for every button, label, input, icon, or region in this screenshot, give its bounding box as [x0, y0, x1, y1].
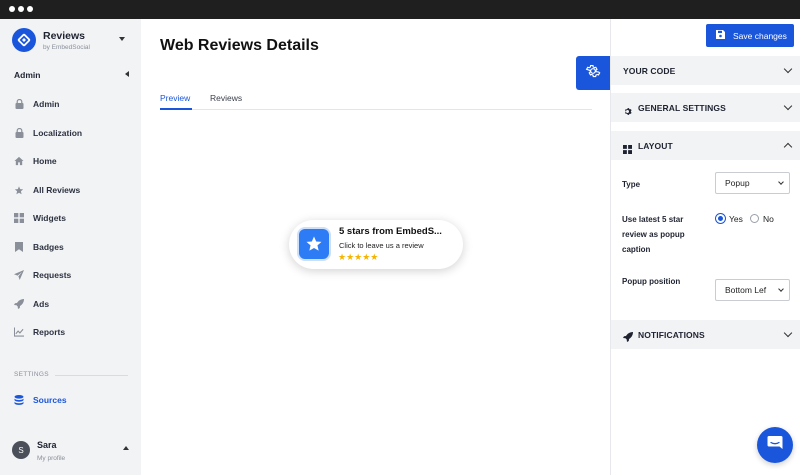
rocket-icon [623, 329, 633, 347]
page-title: Web Reviews Details [160, 37, 319, 54]
widget-title: 5 stars from EmbedS... [339, 226, 442, 237]
chevron-down-icon [783, 64, 793, 74]
save-button-label: Save changes [733, 30, 787, 41]
layout-icon [623, 141, 632, 159]
accordion-layout[interactable]: LAYOUT [611, 131, 800, 160]
settings-section-header: SETTINGS [14, 371, 49, 378]
database-icon [14, 395, 24, 405]
chevron-down-icon [783, 101, 793, 111]
sidebar-item-label: Admin [33, 99, 60, 109]
chevron-down-icon[interactable] [119, 37, 125, 41]
chart-icon [14, 327, 24, 337]
sidebar-item-badges[interactable]: Badges [0, 237, 141, 257]
widgets-icon [14, 213, 24, 223]
brand-subtitle: by EmbedSocial [43, 44, 90, 51]
chevron-down-icon [783, 328, 793, 338]
user-name[interactable]: Sara [37, 440, 57, 450]
lock-icon [14, 99, 24, 109]
sidebar-item-sources[interactable]: Sources [0, 390, 141, 410]
accordion-label: GENERAL SETTINGS [638, 103, 726, 113]
bookmark-icon [14, 242, 24, 252]
sidebar: Reviews by EmbedSocial Admin Admin Local… [0, 19, 141, 475]
rocket-icon [14, 299, 24, 309]
popup-position-value: Bottom Lef [725, 285, 767, 295]
radio-yes-label[interactable]: Yes [729, 214, 743, 224]
brand-title[interactable]: Reviews [43, 30, 85, 42]
sidebar-item-ads[interactable]: Ads [0, 294, 141, 314]
chat-support-button[interactable] [757, 427, 793, 463]
widget-subtitle: Click to leave us a review [339, 241, 424, 250]
chevron-up-icon[interactable] [123, 446, 129, 450]
radio-no[interactable] [750, 214, 759, 223]
review-popup-widget[interactable]: 5 stars from EmbedS... Click to leave us… [289, 220, 463, 269]
popup-position-select[interactable]: Bottom Lef [715, 279, 790, 301]
avatar[interactable]: S [12, 441, 30, 459]
home-icon [14, 156, 24, 166]
accordion-notifications[interactable]: NOTIFICATIONS [611, 320, 800, 349]
save-changes-button[interactable]: Save changes [706, 24, 794, 47]
gear-icon [585, 63, 601, 84]
gear-icon [623, 103, 632, 121]
latest-review-caption-label: Use latest 5 star review as popup captio… [622, 215, 685, 254]
radio-yes[interactable] [716, 214, 725, 223]
sidebar-item-label: Ads [33, 299, 50, 309]
tab-preview[interactable]: Preview [160, 93, 190, 103]
settings-toggle-button[interactable] [576, 56, 610, 90]
sidebar-item-label: Widgets [33, 213, 66, 223]
rating-stars: ★★★★★ [338, 252, 379, 262]
sidebar-item-admin[interactable]: Admin [0, 94, 141, 114]
sidebar-item-label: All Reviews [33, 185, 81, 195]
accordion-general-settings[interactable]: GENERAL SETTINGS [611, 93, 800, 122]
accordion-label: YOUR CODE [623, 66, 676, 76]
type-select[interactable]: Popup [715, 172, 790, 194]
window-dot [27, 6, 33, 12]
star-icon [14, 185, 24, 195]
sidebar-item-reports[interactable]: Reports [0, 322, 141, 342]
brand-logo-icon[interactable] [12, 28, 36, 52]
send-icon [14, 270, 24, 280]
sidebar-item-localization[interactable]: Localization [0, 123, 141, 143]
divider [55, 375, 128, 376]
window-dot [9, 6, 15, 12]
save-icon [716, 30, 725, 41]
sidebar-item-home[interactable]: Home [0, 151, 141, 171]
lock-icon [14, 128, 24, 138]
window-titlebar [0, 0, 800, 19]
accordion-your-code[interactable]: YOUR CODE [611, 56, 800, 85]
sidebar-item-label: Localization [33, 128, 83, 138]
popup-position-label: Popup position [622, 277, 681, 286]
tabs-divider [160, 109, 592, 110]
accordion-label: NOTIFICATIONS [638, 330, 705, 340]
collapse-sidebar-icon[interactable] [125, 71, 129, 77]
user-profile-link[interactable]: My profile [37, 455, 65, 462]
sidebar-item-label: Home [33, 156, 57, 166]
chat-icon [766, 434, 784, 457]
star-badge-icon [299, 229, 329, 259]
chevron-down-icon [778, 179, 784, 185]
sidebar-item-label: Sources [33, 395, 67, 405]
chevron-down-icon [778, 286, 784, 292]
chevron-up-icon [783, 142, 793, 152]
type-select-value: Popup [725, 178, 750, 188]
sidebar-item-label: Badges [33, 242, 64, 252]
radio-no-label[interactable]: No [763, 214, 774, 224]
type-label: Type [622, 180, 641, 189]
sidebar-item-widgets[interactable]: Widgets [0, 208, 141, 228]
tab-reviews[interactable]: Reviews [210, 93, 242, 103]
sidebar-item-label: Requests [33, 270, 72, 280]
accordion-label: LAYOUT [638, 141, 673, 151]
window-dot [18, 6, 24, 12]
sidebar-item-requests[interactable]: Requests [0, 265, 141, 285]
active-tab-indicator [160, 108, 192, 110]
sidebar-item-label: Reports [33, 327, 66, 337]
sidebar-item-all-reviews[interactable]: All Reviews [0, 180, 141, 200]
sidebar-section-title: Admin [14, 70, 41, 80]
